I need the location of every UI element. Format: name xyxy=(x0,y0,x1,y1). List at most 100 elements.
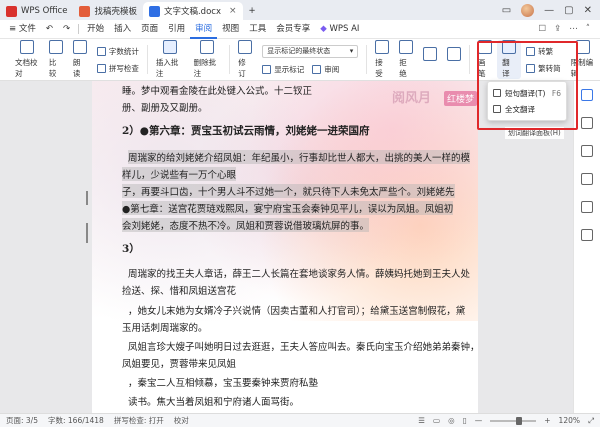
markup-state-select[interactable]: 显示标记的最终状态 ▾ xyxy=(262,44,359,58)
delete-comment-button[interactable]: 删除批注 xyxy=(189,40,227,79)
maximize-icon[interactable]: ▢ xyxy=(564,5,573,16)
fit-window-icon[interactable]: ⤢ xyxy=(588,416,594,426)
smart-toolbox-icon[interactable] xyxy=(581,89,593,101)
full-translate-item[interactable]: 全文翻译 xyxy=(488,101,566,117)
show-markup-button[interactable]: 显示标记 xyxy=(262,64,304,75)
tab-document[interactable]: 文字文稿.docx × xyxy=(142,2,243,20)
read-mode-icon[interactable]: ▯ xyxy=(463,416,467,425)
view-mode-icon[interactable]: ☰ xyxy=(418,416,425,425)
revise-button[interactable]: 修订 xyxy=(233,40,257,79)
review-pane-icon xyxy=(312,64,322,74)
share-icon[interactable]: ⇪ xyxy=(554,24,561,34)
close-tab-icon[interactable]: × xyxy=(229,6,237,16)
zoom-level[interactable]: 120% xyxy=(559,416,580,425)
word-count-label: 字数统计 xyxy=(108,46,139,56)
collapse-icon[interactable]: ˄ xyxy=(586,24,590,34)
paragraph-line[interactable]: 样儿，少说些有一万个心眼 xyxy=(122,167,237,181)
paragraph-line[interactable]: 子，再要斗口齿，十个男人斗不过她一个，就只待下人未免太严些个。刘姥姥先 xyxy=(122,184,455,198)
word-translate-panel-item[interactable]: 划词翻译面板(H) xyxy=(505,127,564,139)
short-translate-item[interactable]: 短句翻译(T) F6 xyxy=(488,85,566,101)
paragraph-line[interactable]: 凤姐言珍大嫂子叫她明日过去逛逛，王夫人答应叫去。秦氏向宝玉介绍她弟弟秦钟， xyxy=(128,339,478,353)
page-margin-marker xyxy=(86,191,88,205)
attribute-icon[interactable] xyxy=(581,173,593,185)
avatar[interactable] xyxy=(521,3,535,17)
paragraph-line[interactable]: ，秦宝二人互相倾慕，宝玉要秦钟来贾府私塾 xyxy=(128,375,318,389)
tab-wps-office[interactable]: WPS Office xyxy=(0,2,73,20)
chevron-down-icon: ▾ xyxy=(349,46,354,55)
zoom-slider[interactable] xyxy=(490,416,537,425)
menu-insert[interactable]: 插入 xyxy=(109,20,136,39)
word-count-button[interactable]: 字数统计 xyxy=(96,46,139,57)
spell-check-indicator[interactable]: 拼写检查: 打开 xyxy=(114,415,164,426)
menu-start[interactable]: 开始 xyxy=(82,20,109,39)
review-pane-label: 审阅 xyxy=(324,64,340,74)
next-change-button[interactable] xyxy=(442,46,466,73)
paragraph-line[interactable]: 读书。焦大当着凤姐和宁府诸人面骂街。 xyxy=(128,394,299,408)
paragraph-line[interactable]: 册、副册及又副册。 xyxy=(122,100,208,114)
tab-template[interactable]: 找稿壳模板 xyxy=(73,2,143,20)
menu-view[interactable]: 视图 xyxy=(217,20,244,39)
traditional-to-simplified-button[interactable]: 繁转简 xyxy=(526,63,561,74)
word-count-indicator[interactable]: 字数: 166/1418 xyxy=(48,415,104,426)
insert-comment-button[interactable]: 插入批注 xyxy=(151,40,189,79)
convert-sc-label: 繁转简 xyxy=(538,63,561,73)
comment-panel-icon[interactable] xyxy=(581,201,593,213)
menu-reference[interactable]: 引用 xyxy=(163,20,190,39)
translate-button[interactable]: 翻译 xyxy=(497,40,522,79)
paragraph-line[interactable]: 凤姐要见，贾蓉带来见凤姐 xyxy=(122,356,236,370)
paragraph-line[interactable]: ●第七章：送宫花贾琏戏熙凤，宴宁府宝玉会秦钟见平儿，误以为凤姐。凤姐初 xyxy=(122,201,454,215)
menu-wps-ai[interactable]: ◆ WPS AI xyxy=(315,20,364,39)
paragraph-line[interactable]: ，她女儿末她为女婿冷子兴说情（因卖古董和人打官司）；给黛玉送宫制假花，黛 xyxy=(128,303,465,317)
template-icon xyxy=(79,5,91,17)
section-heading[interactable]: 2）●第六章：贾宝玉初试云雨情，刘姥姥一进荣国府 xyxy=(122,123,369,138)
review-pane-button[interactable]: 审阅 xyxy=(312,64,339,75)
paragraph-line[interactable]: 捡送、探、惜和凤姐送宫花 xyxy=(122,283,236,297)
comment-icon[interactable]: ☐ xyxy=(539,24,547,34)
compare-icon xyxy=(48,40,63,54)
paragraph-line[interactable]: 会刘姥姥，态度不热不冷。凤姐和贾蓉说借玻璃炕屏的事。 xyxy=(122,218,370,232)
layout-icon[interactable]: ▭ xyxy=(502,5,511,16)
menu-review[interactable]: 审阅 xyxy=(190,20,218,39)
edit-restriction-button[interactable]: 限制编辑 xyxy=(566,40,600,79)
help-icon[interactable] xyxy=(581,229,593,241)
close-icon[interactable]: ✕ xyxy=(584,5,592,16)
simplified-to-traditional-button[interactable]: 转繁 xyxy=(526,46,561,57)
new-tab-button[interactable]: + xyxy=(243,2,262,20)
format-icon[interactable] xyxy=(581,145,593,157)
reject-button[interactable]: 拒绝 xyxy=(394,40,418,79)
paragraph-line[interactable]: 周瑞家的给刘姥姥介绍凤姐：年纪虽小，行事却比世人都大，出挑的美人一样的模 xyxy=(128,150,471,164)
document-canvas[interactable]: 阅风月 红楼梦 睡。梦中观看金陵在此处键入公式。十二钗正 册、副册及又副册。 2… xyxy=(0,81,573,413)
paragraph-line[interactable]: 睡。梦中观看金陵在此处键入公式。十二钗正 xyxy=(122,83,312,97)
pen-label: 画笔 xyxy=(478,58,486,78)
document-page[interactable]: 阅风月 红楼梦 睡。梦中观看金陵在此处键入公式。十二钗正 册、副册及又副册。 2… xyxy=(92,81,478,413)
section-heading[interactable]: 3） xyxy=(122,241,140,256)
read-aloud-button[interactable]: 朗读 xyxy=(68,40,92,79)
paragraph-line[interactable]: 玉用话刺周瑞家的。 xyxy=(122,320,208,334)
minimize-icon[interactable]: — xyxy=(544,5,554,16)
menu-member[interactable]: 会员专享 xyxy=(271,20,315,39)
shortcut-label: F6 xyxy=(551,88,561,98)
spell-check-button[interactable]: 拼写检查 xyxy=(96,63,139,74)
zoom-in-icon[interactable]: + xyxy=(544,416,550,425)
paragraph-line[interactable]: 周瑞家的找王夫人章话，薛王二人长篇在套地谈家务人情。薛姨妈托她到王夫人处 xyxy=(128,266,470,280)
more-icon[interactable]: ⋯ xyxy=(569,24,578,34)
pen-button[interactable]: 画笔 xyxy=(473,40,497,79)
accept-button[interactable]: 接受 xyxy=(370,40,394,79)
undo-icon[interactable]: ↶ xyxy=(41,20,58,39)
redo-icon[interactable]: ↷ xyxy=(58,20,75,39)
zoom-out-icon[interactable]: — xyxy=(475,416,483,425)
menu-file[interactable]: ≡ 文件 xyxy=(4,20,41,39)
translate-icon xyxy=(502,40,517,54)
style-icon[interactable] xyxy=(581,117,593,129)
menu-page[interactable]: 页面 xyxy=(136,20,163,39)
translate-label: 翻译 xyxy=(502,58,510,78)
doc-check-button[interactable]: 文档校对 xyxy=(10,40,44,79)
menu-tools[interactable]: 工具 xyxy=(244,20,271,39)
reject-label: 拒绝 xyxy=(399,58,407,78)
prev-change-button[interactable] xyxy=(418,46,442,73)
web-view-icon[interactable]: ◎ xyxy=(448,416,455,425)
page-view-icon[interactable]: ▭ xyxy=(433,416,440,425)
doc-check-indicator[interactable]: 校对 xyxy=(174,415,189,426)
compare-button[interactable]: 比较 xyxy=(44,40,68,79)
page-indicator[interactable]: 页面: 3/5 xyxy=(6,415,38,426)
